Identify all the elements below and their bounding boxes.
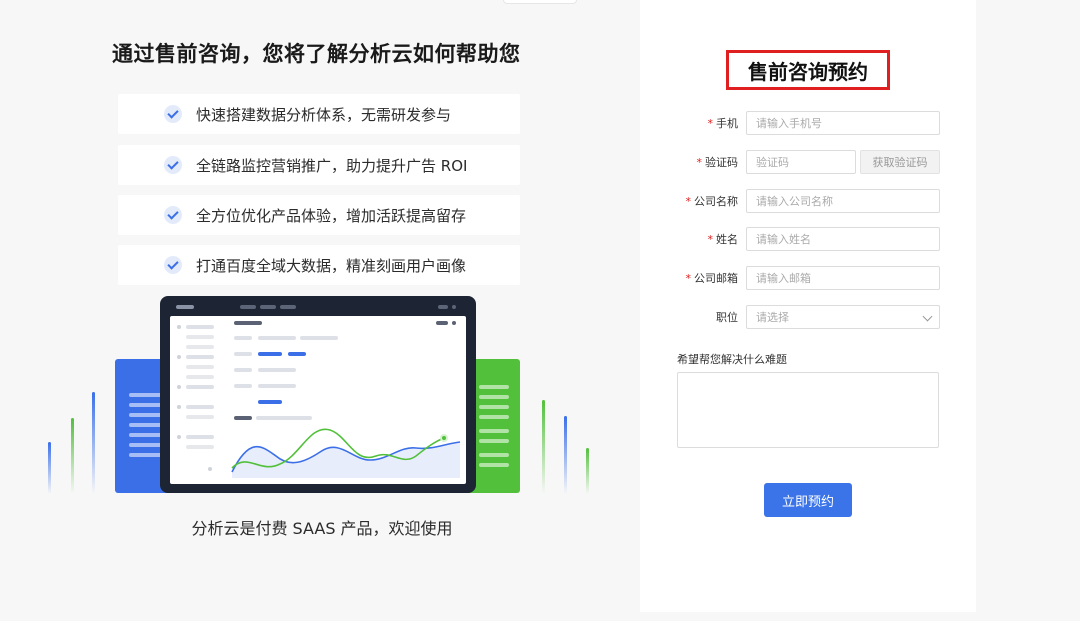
feature-item: 全方位优化产品体验，增加活跃提高留存 (118, 195, 520, 235)
feature-text: 打通百度全域大数据，精准刻画用户画像 (196, 256, 467, 275)
code-row: * 验证码 验证码 获取验证码 (676, 149, 940, 175)
dashboard-illustration (40, 290, 610, 500)
feature-item: 快速搭建数据分析体系，无需研发参与 (118, 94, 520, 134)
deco-bar (542, 400, 545, 494)
deco-bar (564, 416, 567, 494)
deco-bar (586, 448, 589, 494)
position-row: 职位 请选择 (676, 304, 940, 330)
phone-label: * 手机 (707, 117, 739, 130)
company-input[interactable]: 请输入公司名称 (746, 189, 940, 213)
position-select[interactable]: 请选择 (746, 305, 940, 329)
page-title: 通过售前咨询，您将了解分析云如何帮助您 (112, 42, 521, 66)
laptop-mockup (160, 296, 476, 493)
laptop-screen (170, 316, 466, 484)
name-input[interactable]: 请输入姓名 (746, 227, 940, 251)
feature-text: 快速搭建数据分析体系，无需研发参与 (196, 105, 452, 124)
deco-bar (48, 442, 51, 494)
trend-chart-graphic (231, 428, 461, 478)
submit-button[interactable]: 立即预约 (764, 483, 852, 517)
feature-text: 全方位优化产品体验，增加活跃提高留存 (196, 206, 467, 225)
name-label: * 姓名 (707, 233, 739, 246)
product-tagline: 分析云是付费 SAAS 产品，欢迎使用 (191, 519, 453, 538)
deco-bar (92, 392, 95, 494)
question-label: 希望帮您解决什么难题 (677, 353, 787, 366)
email-row: * 公司邮箱 请输入邮箱 (676, 265, 940, 291)
check-circle-icon (164, 105, 182, 123)
right-background (976, 0, 1080, 621)
check-circle-icon (164, 256, 182, 274)
name-row: * 姓名 请输入姓名 (676, 226, 940, 252)
phone-row: * 手机 请输入手机号 (676, 110, 940, 136)
code-input[interactable]: 验证码 (746, 150, 856, 174)
company-row: * 公司名称 请输入公司名称 (676, 188, 940, 214)
feature-item: 打通百度全域大数据，精准刻画用户画像 (118, 245, 520, 285)
check-circle-icon (164, 156, 182, 174)
check-circle-icon (164, 206, 182, 224)
feature-text: 全链路监控营销推广，助力提升广告 ROI (196, 156, 468, 175)
position-label: 职位 (716, 311, 738, 324)
company-label: * 公司名称 (685, 195, 739, 208)
phone-input[interactable]: 请输入手机号 (746, 111, 940, 135)
email-label: * 公司邮箱 (685, 272, 739, 285)
form-title: 售前咨询预约 (726, 50, 890, 90)
chevron-down-icon (922, 311, 933, 322)
email-input[interactable]: 请输入邮箱 (746, 266, 940, 290)
deco-bar (71, 418, 74, 494)
code-label: * 验证码 (696, 156, 739, 169)
top-tab-edge (503, 0, 577, 4)
position-select-value: 请选择 (756, 311, 789, 324)
get-code-button[interactable]: 获取验证码 (860, 150, 940, 174)
feature-item: 全链路监控营销推广，助力提升广告 ROI (118, 145, 520, 185)
question-textarea[interactable] (677, 372, 939, 448)
